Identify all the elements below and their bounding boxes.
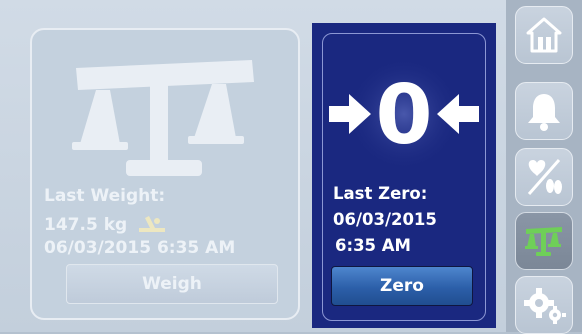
nav-home-button[interactable] xyxy=(515,6,573,64)
last-zero-date: 06/03/2015 xyxy=(333,210,437,229)
last-zero-label: Last Zero: xyxy=(333,184,428,203)
last-weight-label: Last Weight: xyxy=(44,186,166,206)
zero-digit: 0 xyxy=(375,68,432,163)
last-weight-datetime: 06/03/2015 6:35 AM xyxy=(44,238,236,258)
zero-graphic: 0 xyxy=(329,56,479,172)
bed-incline-icon xyxy=(139,216,166,232)
bell-icon xyxy=(528,94,560,131)
zero-button[interactable]: Zero xyxy=(331,266,473,306)
nav-bar xyxy=(506,0,582,334)
home-icon xyxy=(526,17,562,53)
gears-icon xyxy=(524,288,566,324)
scale-icon xyxy=(72,60,254,176)
weigh-button[interactable]: Weigh xyxy=(66,264,278,304)
nav-health-button[interactable] xyxy=(515,148,573,206)
scale-icon xyxy=(525,227,562,256)
weight-value-text: 147.5 kg xyxy=(44,215,128,235)
last-zero-time: 6:35 AM xyxy=(335,236,411,255)
nav-scale-button[interactable] xyxy=(515,212,573,270)
weigh-panel: Last Weight: 147.5 kg 06/03/2015 6:35 AM… xyxy=(30,28,300,320)
zero-panel-frame: 0 Last Zero: 06/03/2015 6:35 AM Zero xyxy=(322,33,486,321)
zero-panel: 0 Last Zero: 06/03/2015 6:35 AM Zero xyxy=(312,23,496,328)
weight-value: 147.5 kg xyxy=(44,212,167,235)
heart-feet-icon xyxy=(527,159,562,195)
main-area: Last Weight: 147.5 kg 06/03/2015 6:35 AM… xyxy=(0,0,506,332)
nav-settings-button[interactable] xyxy=(515,276,573,334)
nav-alarm-button[interactable] xyxy=(515,82,573,140)
